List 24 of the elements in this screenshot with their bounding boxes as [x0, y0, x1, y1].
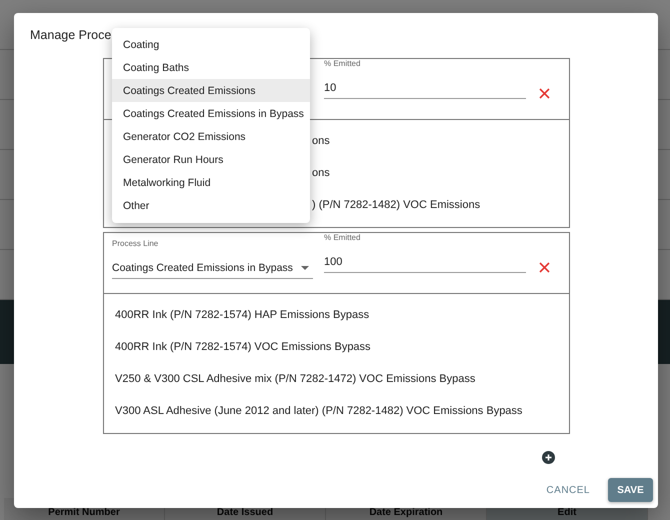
menu-option[interactable]: Generator Run Hours	[112, 148, 310, 171]
emission-item: 400RR Ink (P/N 7282-1574) VOC Emissions Bypass	[115, 340, 372, 355]
menu-option[interactable]: Other	[112, 194, 310, 217]
caret-icon	[301, 266, 309, 270]
emission-item: V300 ASL Adhesive (June 2012 and later) (P/N 7282-1482) VOC Emissions Bypass	[115, 404, 524, 419]
menu-option[interactable]: Coatings Created Emissions	[112, 79, 310, 102]
add-icon[interactable]	[542, 451, 555, 464]
emission-item: 400RR Ink (P/N 7282-1574) HAP Emissions Bypass	[115, 308, 370, 323]
process-line-select[interactable]: Process Line Coatings Created Emissions in Bypass	[112, 239, 313, 279]
save-button[interactable]: SAVE	[608, 478, 653, 502]
percent-emitted-field[interactable]: % Emitted 10	[324, 59, 526, 99]
close-icon[interactable]	[539, 88, 550, 99]
menu-option[interactable]: Coatings Created Emissions in Bypass	[112, 102, 310, 125]
dialog-title: Manage Proce	[30, 27, 112, 44]
emission-item: ) (P/N 7282-1482) VOC Emissions	[312, 198, 482, 213]
menu-option[interactable]: Coating	[112, 33, 310, 56]
menu-option[interactable]: Coating Baths	[112, 56, 310, 79]
menu-option[interactable]: Metalworking Fluid	[112, 171, 310, 194]
emission-item: ons	[312, 134, 331, 149]
emission-item: V250 & V300 CSL Adhesive mix (P/N 7282-1472) VOC Emissions Bypass	[115, 372, 476, 387]
percent-emitted-field[interactable]: % Emitted 100	[324, 233, 526, 273]
close-icon[interactable]	[539, 262, 550, 273]
emission-item: ons	[312, 166, 331, 181]
menu-option[interactable]: Generator CO2 Emissions	[112, 125, 310, 148]
